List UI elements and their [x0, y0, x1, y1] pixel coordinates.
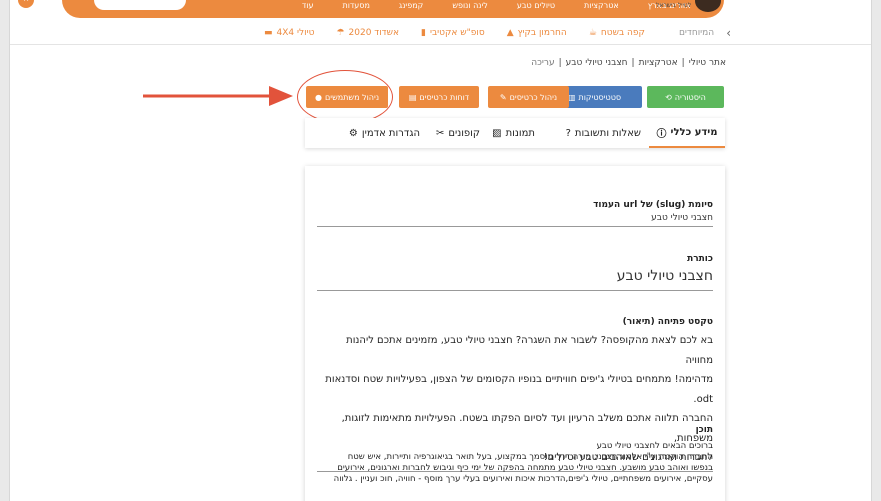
subnav-item-ashdod[interactable]: אשדוד 2020 ☂	[336, 28, 399, 38]
chart-icon: ▮	[420, 28, 426, 38]
title-input[interactable]: חצבני טיולי טבע	[317, 268, 713, 284]
manage-cards-button[interactable]: ניהול כרטיסים ✎	[488, 86, 569, 108]
question-icon: ?	[565, 127, 571, 139]
accessibility-icon[interactable]: ★	[18, 0, 34, 8]
nav-item[interactable]: אטרקציות	[584, 1, 619, 10]
nav-item[interactable]: מסעדות	[342, 1, 369, 10]
subnav-item-coffee[interactable]: קפה בשטח ☕	[589, 28, 645, 38]
nav-item[interactable]: לינה ונופש	[452, 1, 488, 10]
featured-subnav: › המיוחדים קפה בשטח ☕ החרמון בקיץ ▲ סופ"ש …	[264, 26, 731, 40]
tab-general-info[interactable]: מידע כללי ⓘ	[649, 118, 725, 148]
tab-coupons[interactable]: קופונים ✂	[436, 118, 480, 148]
title-field: כותרת חצבני טיולי טבע	[317, 254, 713, 291]
edit-form-card: סיומת (slug) של url העמוד חצבני טיולי טב…	[305, 166, 725, 501]
slug-field: סיומת (slug) של url העמוד חצבני טיולי טב…	[317, 200, 713, 227]
subnav-item-hermon[interactable]: החרמון בקיץ ▲	[507, 28, 567, 38]
tab-faq[interactable]: שאלות ותשובות?	[566, 118, 641, 148]
mountain-icon: ▲	[506, 28, 514, 38]
breadcrumb: אתר טיולי|אטרקציות|חצבני טיולי טבע|עריכה	[531, 58, 726, 68]
site-logo-text[interactable]: לטייל בישראל	[656, 2, 691, 9]
subnav-item-4x4[interactable]: טיולי 4X4 ▬	[264, 28, 314, 38]
slug-input[interactable]: חצבני טיולי טבע	[317, 213, 713, 223]
search-input[interactable]	[94, 0, 186, 10]
gear-icon: ⚙	[348, 127, 358, 139]
main-navigation: אזורים בארץ אטרקציות טיולים טבע לינה ונו…	[273, 1, 691, 10]
window-frame-left	[0, 0, 10, 501]
annotation-arrow	[143, 86, 293, 106]
image-icon: ▨	[492, 127, 502, 139]
breadcrumb-item: עריכה	[531, 58, 555, 68]
chart-icon: ▥	[567, 92, 576, 102]
tab-bar: מידע כללי ⓘ שאלות ותשובות? תמונות ▨ קופוני…	[305, 118, 725, 148]
annotation-circle	[297, 70, 393, 124]
window-frame-right	[871, 0, 881, 501]
content-field: תוכן ברוכים הבאים לחצבני טיולי טבע החברה…	[317, 425, 713, 485]
breadcrumb-item[interactable]: אטרקציות	[639, 58, 678, 68]
chevron-left-icon[interactable]: ›	[726, 26, 731, 40]
nav-item[interactable]: עוד	[302, 1, 314, 10]
nav-item[interactable]: קמפינג	[399, 1, 423, 10]
tab-admin-settings[interactable]: הגדרות אדמין ⚙	[349, 118, 420, 148]
breadcrumb-item[interactable]: חצבני טיולי טבע	[566, 58, 628, 68]
featured-label: המיוחדים	[678, 28, 715, 38]
coffee-icon: ☕	[588, 28, 597, 38]
intro-label: טקסט פתיחה (תיאור)	[622, 317, 713, 327]
content-label: תוכן	[695, 425, 713, 435]
slug-label: סיומת (slug) של url העמוד	[593, 200, 713, 210]
card-reports-button[interactable]: דוחות כרטיסים ▤	[399, 86, 479, 108]
breadcrumb-item[interactable]: אתר טיולי	[689, 58, 726, 68]
history-icon: ⟲	[665, 92, 672, 102]
scissors-icon: ✂	[435, 127, 445, 139]
divider	[10, 44, 871, 45]
subnav-item-active[interactable]: סופ"ש אקטיבי ▮	[421, 28, 485, 38]
car-icon: ▬	[264, 28, 273, 38]
umbrella-icon: ☂	[336, 28, 345, 38]
ticket-icon: ✎	[499, 92, 507, 102]
nav-item[interactable]: טיולים טבע	[517, 1, 555, 10]
title-label: כותרת	[687, 254, 713, 264]
document-icon: ▤	[408, 92, 417, 102]
tab-images[interactable]: תמונות ▨	[492, 118, 535, 148]
history-button[interactable]: היסטוריה ⟲	[647, 86, 724, 108]
content-textarea[interactable]: ברוכים הבאים לחצבני טיולי טבע החברה הוקמ…	[317, 441, 713, 485]
info-icon: ⓘ	[656, 128, 667, 140]
